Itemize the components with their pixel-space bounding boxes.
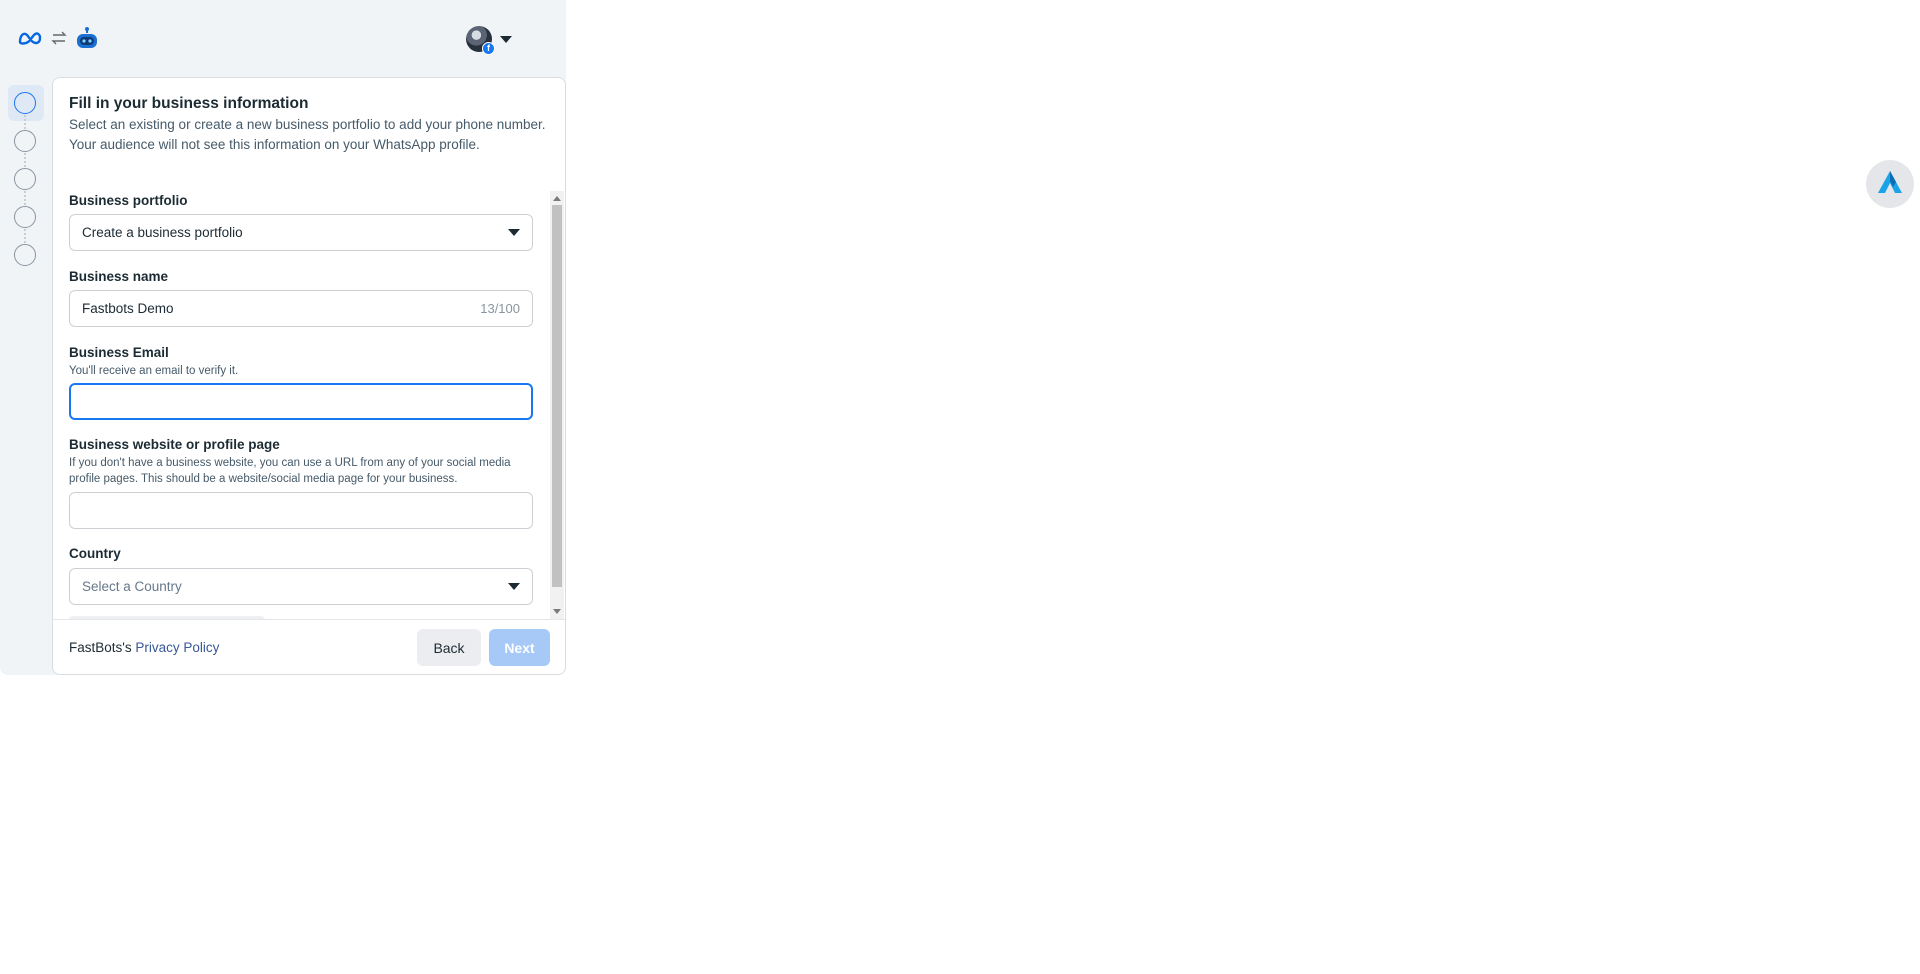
email-help: You'll receive an email to verify it. bbox=[69, 365, 239, 377]
website-help: If you don't have a business website, yo… bbox=[69, 457, 511, 485]
swap-arrows-icon bbox=[50, 30, 68, 46]
country-select[interactable]: Select a Country bbox=[69, 568, 533, 605]
browser-extension-button[interactable] bbox=[1866, 160, 1914, 208]
top-bar: f bbox=[0, 0, 566, 76]
privacy-policy-link[interactable]: Privacy Policy bbox=[135, 640, 219, 655]
email-label: Business Email bbox=[69, 345, 169, 360]
facebook-badge-icon: f bbox=[482, 42, 495, 55]
scroll-down-arrow-icon[interactable] bbox=[553, 609, 561, 614]
scroll-up-arrow-icon[interactable] bbox=[553, 196, 561, 201]
brand-icons bbox=[18, 26, 100, 50]
account-menu[interactable]: f bbox=[466, 26, 512, 55]
step-3-indicator bbox=[14, 168, 36, 190]
character-counter: 13/100 bbox=[480, 301, 520, 316]
website-field[interactable] bbox=[69, 492, 533, 529]
country-label: Country bbox=[69, 546, 121, 561]
chevron-down-icon bbox=[508, 229, 520, 236]
step-4-indicator bbox=[14, 206, 36, 228]
avatar: f bbox=[466, 26, 495, 55]
page-description: Select an existing or create a new busin… bbox=[69, 117, 546, 152]
step-rail bbox=[0, 76, 52, 675]
whatsapp-signup-popup: f Fill in your business information Sele… bbox=[0, 0, 566, 675]
step-connector bbox=[24, 229, 26, 243]
policy-prefix: FastBots's bbox=[69, 640, 136, 655]
form-footer: FastBots's Privacy Policy Back Next bbox=[53, 619, 565, 675]
step-5-indicator bbox=[14, 244, 36, 266]
portfolio-select[interactable]: Create a business portfolio bbox=[69, 214, 533, 251]
caret-down-icon bbox=[500, 35, 512, 43]
form-scroll-area[interactable]: Business portfolio Create a business por… bbox=[53, 191, 565, 619]
step-connector bbox=[24, 115, 26, 129]
extension-logo-icon bbox=[1875, 169, 1905, 200]
business-name-label: Business name bbox=[69, 269, 169, 284]
business-name-value: Fastbots Demo bbox=[82, 301, 174, 316]
business-name-field[interactable]: Fastbots Demo 13/100 bbox=[69, 290, 533, 327]
form-header: Fill in your business information Select… bbox=[69, 94, 549, 155]
scrollbar[interactable] bbox=[550, 191, 564, 619]
step-connector bbox=[24, 153, 26, 167]
portfolio-label: Business portfolio bbox=[69, 193, 188, 208]
country-placeholder: Select a Country bbox=[82, 579, 182, 594]
scrollbar-thumb[interactable] bbox=[552, 205, 562, 587]
email-field[interactable] bbox=[69, 383, 533, 420]
website-label: Business website or profile page bbox=[69, 437, 280, 452]
page-title: Fill in your business information bbox=[69, 95, 309, 112]
step-1-indicator bbox=[14, 92, 36, 114]
portfolio-value: Create a business portfolio bbox=[82, 225, 243, 240]
chevron-down-icon bbox=[508, 583, 520, 590]
next-button[interactable]: Next bbox=[489, 629, 550, 666]
robot-icon bbox=[74, 26, 100, 50]
step-connector bbox=[24, 191, 26, 205]
privacy-policy-text: FastBots's Privacy Policy bbox=[69, 640, 219, 655]
step-2-indicator bbox=[14, 130, 36, 152]
meta-logo-icon bbox=[18, 31, 44, 45]
form-panel: Fill in your business information Select… bbox=[52, 77, 566, 675]
back-button[interactable]: Back bbox=[417, 629, 481, 666]
